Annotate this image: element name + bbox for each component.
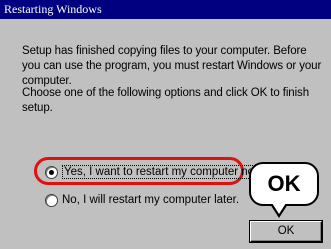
restart-dialog: Restarting Windows Setup has finished co… (0, 0, 331, 249)
callout-text: OK (267, 171, 301, 196)
restart-later-label[interactable]: No, I will restart my computer later. (62, 194, 239, 206)
radio-unselected-icon[interactable] (45, 193, 58, 207)
window-title: Restarting Windows (4, 2, 102, 16)
setup-finished-message: Setup has finished copying files to your… (22, 45, 322, 87)
ok-callout-bubble: OK (249, 162, 319, 206)
restart-now-option[interactable]: Yes, I want to restart my computer now. (45, 164, 267, 180)
callout-tail-fill (272, 203, 286, 214)
restart-later-option[interactable]: No, I will restart my computer later. (45, 192, 239, 208)
title-bar[interactable]: Restarting Windows (0, 0, 331, 19)
choose-option-message: Choose one of the following options and … (22, 87, 309, 114)
radio-selected-icon[interactable] (45, 165, 58, 179)
restart-now-label[interactable]: Yes, I want to restart my computer now. (62, 165, 267, 179)
ok-button[interactable]: OK (250, 221, 322, 242)
